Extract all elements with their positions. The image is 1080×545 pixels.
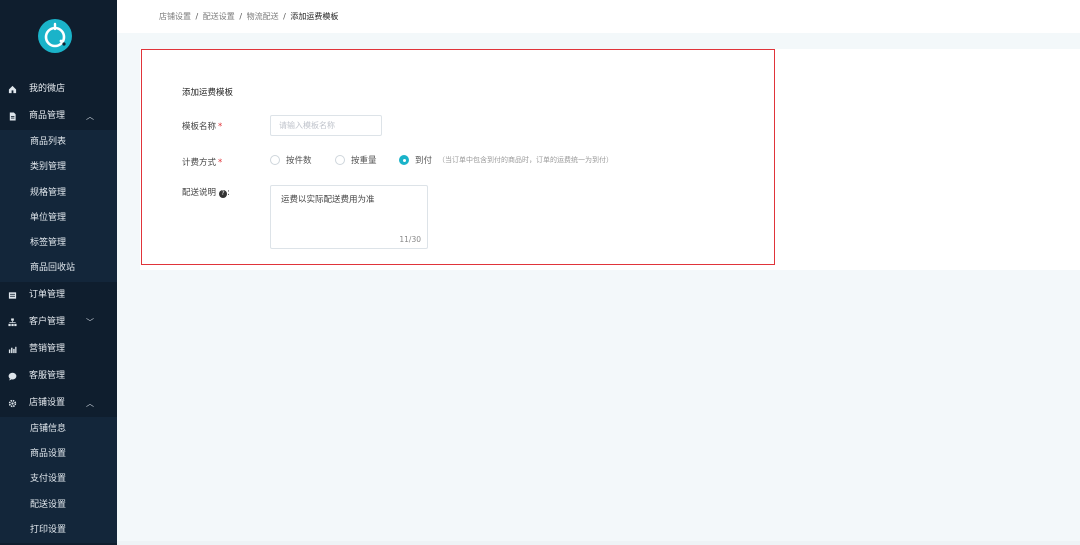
- sidebar-item-label: 我的微店: [29, 84, 66, 94]
- breadcrumb: 店铺设置 / 配送设置 / 物流配送 / 添加运费模板: [159, 11, 338, 22]
- top-bar: 店铺设置 / 配送设置 / 物流配送 / 添加运费模板: [117, 0, 1080, 33]
- sidebar-item-label: 订单管理: [29, 289, 66, 300]
- app-logo-icon[interactable]: [38, 19, 72, 53]
- sidebar-item-customer-service[interactable]: 客服管理: [0, 363, 117, 390]
- home-icon: [8, 85, 17, 94]
- sidebar-subitem-shop-info[interactable]: 店铺信息: [0, 417, 117, 442]
- breadcrumb-item-delivery-settings[interactable]: 配送设置: [203, 12, 235, 21]
- chevron-down-icon: ﹀: [86, 317, 94, 327]
- sidebar-subitem-payment-settings[interactable]: 支付设置: [0, 467, 117, 492]
- breadcrumb-separator: /: [283, 12, 286, 21]
- sidebar-item-label: 营销管理: [29, 343, 66, 354]
- sidebar-item-marketing[interactable]: 营销管理: [0, 336, 117, 363]
- chevron-up-icon: ︿: [86, 398, 94, 408]
- breadcrumb-item-shop-settings[interactable]: 店铺设置: [159, 12, 191, 21]
- sidebar-item-label: 客服管理: [29, 370, 66, 381]
- sidebar-subitem-recycle-bin[interactable]: 商品回收站: [0, 256, 117, 281]
- sidebar-item-customers[interactable]: 客户管理 ﹀: [0, 309, 117, 336]
- highlight-box: [141, 49, 775, 265]
- sidebar-submenu-shop-settings: 店铺信息 商品设置 支付设置 配送设置 打印设置: [0, 416, 117, 544]
- document-icon: [9, 112, 16, 121]
- sidebar-subitem-print-settings[interactable]: 打印设置: [0, 518, 117, 543]
- sidebar-subitem-units[interactable]: 单位管理: [0, 206, 117, 231]
- breadcrumb-item-logistics[interactable]: 物流配送: [247, 12, 279, 21]
- breadcrumb-separator: /: [195, 12, 199, 21]
- chat-icon: [8, 372, 17, 381]
- sidebar-item-label: 商品管理: [29, 111, 66, 121]
- breadcrumb-current: 添加运费模板: [290, 12, 339, 21]
- sidebar-item-orders[interactable]: 订单管理: [0, 282, 117, 309]
- sidebar-subitem-specs[interactable]: 规格管理: [0, 181, 117, 206]
- gear-icon: [8, 399, 17, 407]
- chevron-up-icon: ︿: [86, 112, 94, 121]
- sidebar-subitem-delivery-settings[interactable]: 配送设置: [0, 493, 117, 518]
- sidebar-item-my-shop[interactable]: 我的微店: [0, 76, 117, 103]
- breadcrumb-separator: /: [239, 12, 243, 21]
- list-icon: [8, 292, 17, 299]
- sidebar-submenu-products: 商品列表 类别管理 规格管理 单位管理 标签管理 商品回收站: [0, 130, 117, 282]
- sidebar-subitem-tags[interactable]: 标签管理: [0, 231, 117, 256]
- sidebar-item-shop-settings[interactable]: 店铺设置 ︿: [0, 390, 117, 417]
- sidebar: 我的微店 商品管理 ︿ 商品列表 类别管理 规格管理 单位管理 标签管理 商品回…: [0, 0, 117, 545]
- sidebar-nav: 我的微店 商品管理 ︿ 商品列表 类别管理 规格管理 单位管理 标签管理 商品回…: [0, 76, 117, 544]
- bottom-edge: [117, 541, 1080, 545]
- sidebar-subitem-categories[interactable]: 类别管理: [0, 155, 117, 180]
- org-chart-icon: [8, 318, 17, 326]
- main-content: 添加运费模板 模板名称* 计费方式* 按件数 按重量 到付 （当订单中包含到付的…: [117, 33, 1080, 545]
- sidebar-item-products[interactable]: 商品管理 ︿: [0, 103, 117, 130]
- sidebar-item-label: 客户管理: [29, 316, 66, 327]
- bar-chart-icon: [8, 346, 17, 353]
- sidebar-subitem-product-settings[interactable]: 商品设置: [0, 442, 117, 467]
- sidebar-item-label: 店铺设置: [29, 397, 66, 408]
- sidebar-subitem-product-list[interactable]: 商品列表: [0, 130, 117, 155]
